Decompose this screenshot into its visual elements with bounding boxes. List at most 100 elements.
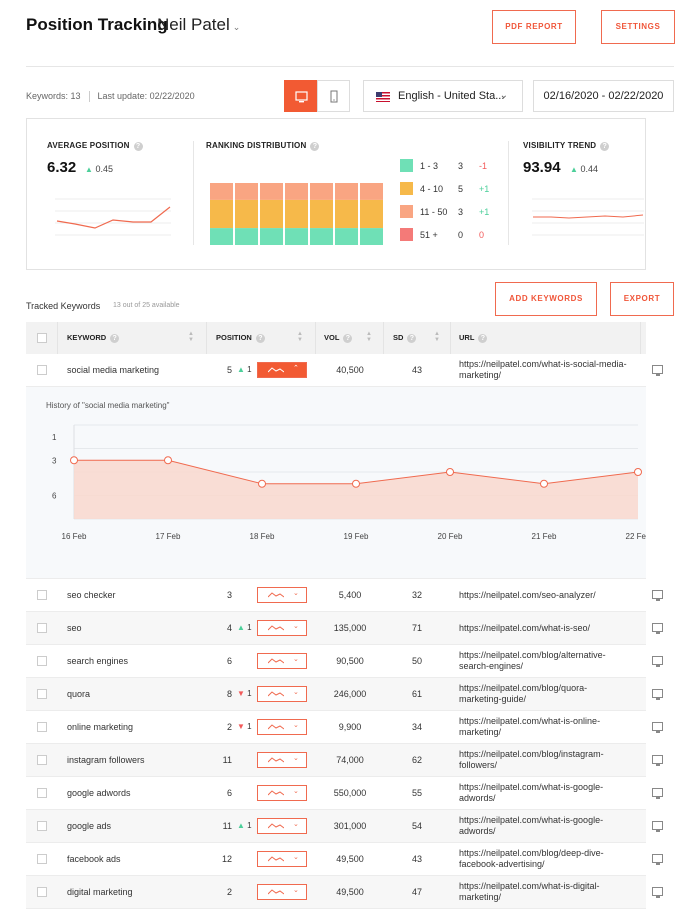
arrow-up-icon: ▲ bbox=[85, 165, 93, 174]
tracking-meta: Keywords: 13 Last update: 02/22/2020 bbox=[26, 91, 195, 103]
help-icon[interactable]: ? bbox=[133, 142, 143, 151]
language-select[interactable]: English - United Sta... ⌄ bbox=[363, 80, 523, 112]
sort-icon[interactable]: ▲ ▼ bbox=[188, 331, 194, 343]
monitor-icon[interactable] bbox=[652, 887, 663, 898]
help-icon[interactable]: ? bbox=[310, 142, 320, 151]
history-toggle[interactable]: ⌄ bbox=[257, 653, 307, 669]
monitor-icon[interactable] bbox=[652, 689, 663, 700]
monitor-icon[interactable] bbox=[652, 722, 663, 733]
row-checkbox[interactable] bbox=[37, 689, 47, 699]
row-checkbox[interactable] bbox=[37, 722, 47, 732]
help-icon[interactable]: ? bbox=[600, 142, 610, 151]
help-icon[interactable]: ? bbox=[255, 334, 265, 343]
monitor-icon[interactable] bbox=[652, 365, 663, 376]
history-point[interactable] bbox=[164, 456, 172, 465]
history-point[interactable] bbox=[352, 479, 360, 488]
history-toggle[interactable]: ⌄ bbox=[257, 818, 307, 834]
tracked-keywords-bar: Tracked Keywords 13 out of 25 available … bbox=[26, 282, 674, 316]
history-point[interactable] bbox=[70, 456, 78, 465]
export-button[interactable]: EXPORT bbox=[610, 282, 674, 316]
mobile-icon bbox=[330, 90, 338, 103]
select-all-checkbox[interactable] bbox=[37, 333, 47, 343]
url-link[interactable]: https://neilpatel.com/what-is-google-adw… bbox=[459, 782, 629, 804]
sort-icon[interactable]: ▲ ▼ bbox=[297, 331, 303, 343]
desktop-toggle[interactable] bbox=[284, 80, 317, 112]
url-link[interactable]: https://neilpatel.com/what-is-social-med… bbox=[459, 359, 629, 381]
row-checkbox[interactable] bbox=[37, 821, 47, 831]
url-link[interactable]: https://neilpatel.com/what-is-google-adw… bbox=[459, 815, 629, 837]
legend-change: +1 bbox=[479, 184, 490, 194]
help-icon[interactable]: ? bbox=[110, 334, 120, 343]
position-cell: 4 bbox=[226, 623, 232, 633]
arrow-up-icon: ▲ bbox=[237, 365, 245, 374]
row-checkbox[interactable] bbox=[37, 656, 47, 666]
history-toggle[interactable]: ⌄ bbox=[257, 620, 307, 636]
sort-icon[interactable]: ▲ ▼ bbox=[434, 331, 440, 343]
col-url[interactable]: URL? bbox=[459, 333, 488, 343]
table-row[interactable]: instagram followers 11 ⌄ 74,000 62 https://ne… bbox=[26, 744, 663, 777]
help-icon[interactable]: ? bbox=[343, 334, 353, 343]
history-toggle[interactable]: ⌃ bbox=[257, 362, 307, 378]
project-selector[interactable]: Neil Patel ⌄ bbox=[157, 15, 240, 35]
url-link[interactable]: https://neilpatel.com/what-is-digital-ma… bbox=[459, 881, 629, 903]
monitor-icon[interactable] bbox=[652, 590, 663, 601]
monitor-icon[interactable] bbox=[652, 623, 663, 634]
row-checkbox[interactable] bbox=[37, 755, 47, 765]
history-toggle[interactable]: ⌄ bbox=[257, 686, 307, 702]
url-link[interactable]: https://neilpatel.com/blog/instagram-fol… bbox=[459, 749, 629, 771]
sort-icon[interactable]: ▲ ▼ bbox=[366, 331, 372, 343]
pdf-report-button[interactable]: PDF REPORT bbox=[492, 10, 576, 44]
table-row[interactable]: seo 4 ▲ 1 ⌄ 135,000 71 https://neilpatel.com/w… bbox=[26, 612, 663, 645]
col-position[interactable]: POSITION? bbox=[216, 333, 265, 343]
col-vol[interactable]: VOL? bbox=[324, 333, 353, 343]
history-toggle[interactable]: ⌄ bbox=[257, 752, 307, 768]
monitor-icon[interactable] bbox=[652, 821, 663, 832]
history-toggle[interactable]: ⌄ bbox=[257, 785, 307, 801]
url-link[interactable]: https://neilpatel.com/what-is-online-mar… bbox=[459, 716, 629, 738]
table-row[interactable]: seo checker 3 ⌄ 5,400 32 https://neilpatel.co… bbox=[26, 579, 663, 612]
table-row[interactable]: online marketing 2 ▼ 1 ⌄ 9,900 34 https://neil… bbox=[26, 711, 663, 744]
help-icon[interactable]: ? bbox=[478, 334, 488, 343]
history-toggle[interactable]: ⌄ bbox=[257, 851, 307, 867]
monitor-icon[interactable] bbox=[652, 788, 663, 799]
history-point[interactable] bbox=[634, 468, 642, 476]
row-checkbox[interactable] bbox=[37, 788, 47, 798]
table-row[interactable]: digital marketing 2 ⌄ 49,500 47 https://neilp… bbox=[26, 876, 663, 909]
row-checkbox[interactable] bbox=[37, 854, 47, 864]
url-link[interactable]: https://neilpatel.com/what-is-seo/ bbox=[459, 623, 629, 634]
url-link[interactable]: https://neilpatel.com/blog/quora-marketi… bbox=[459, 683, 629, 705]
history-point[interactable] bbox=[446, 468, 454, 476]
col-keyword[interactable]: KEYWORD? bbox=[67, 333, 120, 343]
settings-button[interactable]: SETTINGS bbox=[601, 10, 675, 44]
url-link[interactable]: https://neilpatel.com/blog/alternative-s… bbox=[459, 650, 629, 672]
row-checkbox[interactable] bbox=[37, 365, 47, 375]
table-row[interactable]: facebook ads 12 ⌄ 49,500 43 https://neilpatel… bbox=[26, 843, 663, 876]
row-checkbox[interactable] bbox=[37, 623, 47, 633]
vol-cell: 49,500 bbox=[336, 887, 364, 897]
keyword-cell: search engines bbox=[67, 656, 129, 666]
add-keywords-button[interactable]: ADD KEYWORDS bbox=[495, 282, 597, 316]
monitor-icon[interactable] bbox=[652, 656, 663, 667]
legend-swatch bbox=[400, 205, 413, 218]
table-row[interactable]: search engines 6 ⌄ 90,500 50 https://neilpate… bbox=[26, 645, 663, 678]
col-sd[interactable]: SD? bbox=[393, 333, 417, 343]
table-row[interactable]: quora 8 ▼ 1 ⌄ 246,000 61 https://neilpatel.com… bbox=[26, 678, 663, 711]
table-row[interactable]: social media marketing 5 ▲ 1 ⌃ 40,500 43… bbox=[26, 354, 663, 387]
help-icon[interactable]: ? bbox=[407, 334, 417, 343]
url-link[interactable]: https://neilpatel.com/seo-analyzer/ bbox=[459, 590, 629, 601]
url-link[interactable]: https://neilpatel.com/blog/deep-dive-fac… bbox=[459, 848, 629, 870]
table-row[interactable]: google adwords 6 ⌄ 550,000 55 https://neilpat… bbox=[26, 777, 663, 810]
history-toggle[interactable]: ⌄ bbox=[257, 884, 307, 900]
date-range-picker[interactable]: 02/16/2020 - 02/22/2020 bbox=[533, 80, 674, 112]
history-toggle[interactable]: ⌄ bbox=[257, 719, 307, 735]
row-checkbox[interactable] bbox=[37, 887, 47, 897]
table-row[interactable]: google ads 11 ▲ 1 ⌄ 301,000 54 https://neilpat… bbox=[26, 810, 663, 843]
monitor-icon[interactable] bbox=[652, 755, 663, 766]
row-checkbox[interactable] bbox=[37, 590, 47, 600]
dist-bar-segment bbox=[210, 183, 233, 200]
monitor-icon[interactable] bbox=[652, 854, 663, 865]
history-point[interactable] bbox=[258, 479, 266, 488]
history-toggle[interactable]: ⌄ bbox=[257, 587, 307, 603]
history-point[interactable] bbox=[540, 479, 548, 488]
mobile-toggle[interactable] bbox=[317, 80, 350, 112]
